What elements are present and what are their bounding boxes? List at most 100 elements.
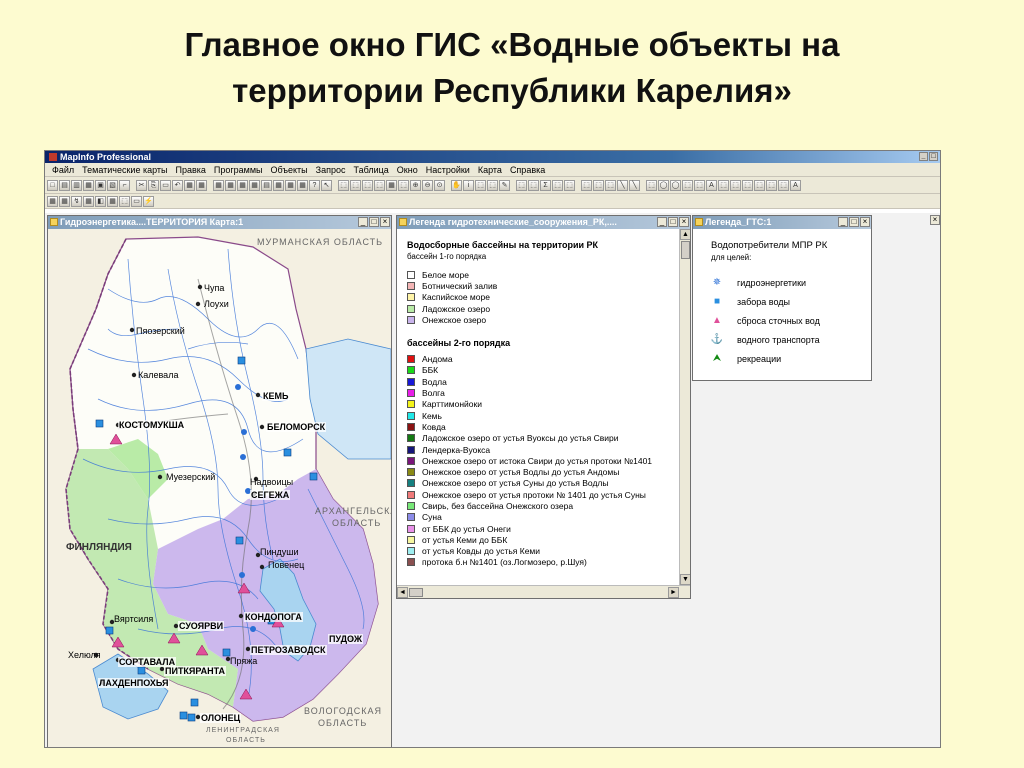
menu-map[interactable]: Карта [474,163,506,177]
map-window[interactable]: Гидроэнергетика....ТЕРРИТОРИЯ Карта:1 _ … [47,215,392,747]
toolbar-button[interactable]: ⬚ [374,179,385,191]
map-minimize-button[interactable]: _ [358,217,368,227]
toolbar-button[interactable]: ⬚ [516,179,527,191]
toolbar-button[interactable]: A [790,179,801,191]
toolbar-button[interactable]: ▥ [71,179,82,191]
menu-help[interactable]: Справка [506,163,549,177]
toolbar-button[interactable]: ⬚ [338,179,349,191]
toolbar-button[interactable]: ✂ [136,179,147,191]
menu-window[interactable]: Окно [393,163,422,177]
toolbar-button[interactable]: ⬚ [646,179,657,191]
hscroll-thumb[interactable] [409,588,423,597]
menu-programs[interactable]: Программы [210,163,267,177]
menu-thematic-maps[interactable]: Тематические карты [78,163,171,177]
toolbar-button[interactable]: ▦ [59,195,70,207]
toolbar-button[interactable]: ⬚ [605,179,616,191]
toolbar-button[interactable]: ⌐ [119,179,130,191]
toolbar-button[interactable]: ✋ [451,179,462,191]
toolbar-button[interactable]: ⬚ [593,179,604,191]
toolbar-button[interactable]: ⬚ [581,179,592,191]
toolbar-button[interactable]: ▦ [273,179,284,191]
toolbar-button[interactable]: ▦ [196,179,207,191]
toolbar-button[interactable]: ⬚ [362,179,373,191]
toolbar-button[interactable]: ? [309,179,320,191]
scroll-down-button[interactable]: ▼ [680,574,690,585]
toolbar-button[interactable]: ▦ [47,195,58,207]
toolbar-button[interactable]: ◯ [658,179,669,191]
maximize-button[interactable]: □ [929,152,938,161]
toolbar-button[interactable]: ⚡ [143,195,154,207]
legend-gts-titlebar[interactable]: Легенда_ГТС:1 _ □ × [693,216,871,229]
legend-basins-titlebar[interactable]: Легенда гидротехнические_сооружения_РК,.… [397,216,690,229]
toolbar-button[interactable]: ▦ [107,195,118,207]
legend1-maximize-button[interactable]: □ [668,217,678,227]
toolbar-button[interactable]: ⬚ [766,179,777,191]
toolbar-button[interactable]: ▦ [83,195,94,207]
toolbar-button[interactable]: ⬚ [528,179,539,191]
legend1-horizontal-scrollbar[interactable]: ◄ ► [397,585,690,598]
toolbar-button[interactable]: ↶ [172,179,183,191]
menu-table[interactable]: Таблица [349,163,392,177]
toolbar-button[interactable]: ⬚ [778,179,789,191]
toolbar-button[interactable]: ▦ [225,179,236,191]
menu-edit[interactable]: Правка [172,163,210,177]
menu-query[interactable]: Запрос [312,163,350,177]
map-window-titlebar[interactable]: Гидроэнергетика....ТЕРРИТОРИЯ Карта:1 _ … [48,216,391,229]
toolbar-button[interactable]: ⬚ [730,179,741,191]
toolbar-button[interactable]: ▤ [261,179,272,191]
toolbar-button[interactable]: ⬚ [682,179,693,191]
toolbar-button[interactable]: ▦ [83,179,94,191]
scroll-left-button[interactable]: ◄ [397,587,408,598]
toolbar-button[interactable]: ⬚ [564,179,575,191]
toolbar-button[interactable]: ╲ [617,179,628,191]
toolbar-button[interactable]: ▦ [249,179,260,191]
minimize-button[interactable]: _ [919,152,928,161]
menu-objects[interactable]: Объекты [267,163,312,177]
scroll-thumb[interactable] [681,241,690,259]
toolbar-button[interactable]: ⊖ [422,179,433,191]
toolbar-button[interactable]: ⬚ [350,179,361,191]
toolbar-button[interactable]: ⊙ [434,179,445,191]
toolbar-button[interactable]: ▦ [213,179,224,191]
legend1-vertical-scrollbar[interactable]: ▲ ▼ [679,229,690,585]
toolbar-button[interactable]: ▭ [160,179,171,191]
toolbar-button[interactable]: ╲ [629,179,640,191]
workspace-close-button[interactable]: × [930,215,940,225]
toolbar-button[interactable]: ▤ [59,179,70,191]
toolbar-button[interactable]: i [463,179,474,191]
toolbar-button[interactable]: ↖ [321,179,332,191]
toolbar-button[interactable]: ▧ [107,179,118,191]
toolbar-button[interactable]: ▭ [131,195,142,207]
toolbar-button[interactable]: ▦ [285,179,296,191]
menu-file[interactable]: Файл [48,163,78,177]
toolbar-button[interactable]: ⬚ [552,179,563,191]
legend2-close-button[interactable]: × [860,217,870,227]
toolbar-button[interactable]: ⬚ [398,179,409,191]
toolbar-button[interactable]: ⬚ [754,179,765,191]
legend-gts-window[interactable]: Легенда_ГТС:1 _ □ × Водопотребители МПР … [692,215,872,381]
toolbar-button[interactable]: ⬚ [742,179,753,191]
scroll-up-button[interactable]: ▲ [680,229,690,240]
toolbar-button[interactable]: ◧ [95,195,106,207]
map-maximize-button[interactable]: □ [369,217,379,227]
legend1-close-button[interactable]: × [679,217,689,227]
toolbar-button[interactable]: A [706,179,717,191]
map-close-button[interactable]: × [380,217,390,227]
toolbar-button[interactable]: ▦ [184,179,195,191]
toolbar-button[interactable]: ▦ [237,179,248,191]
toolbar-button[interactable]: ▦ [297,179,308,191]
map-canvas[interactable]: МУРМАНСКАЯ ОБЛАСТЬ АРХАНГЕЛЬСКАЯ ОБЛАСТЬ… [48,229,391,747]
toolbar-button[interactable]: ⬚ [475,179,486,191]
toolbar-button[interactable]: ⊕ [410,179,421,191]
scroll-right-button[interactable]: ► [668,587,679,598]
toolbar-button[interactable]: ⬚ [694,179,705,191]
toolbar-button[interactable]: □ [47,179,58,191]
toolbar-button[interactable]: ⎘ [148,179,159,191]
toolbar-button[interactable]: ↯ [71,195,82,207]
toolbar-button[interactable]: ▦ [386,179,397,191]
legend2-minimize-button[interactable]: _ [838,217,848,227]
toolbar-button[interactable]: Σ [540,179,551,191]
toolbar-button[interactable]: ⬚ [718,179,729,191]
toolbar-button[interactable]: ▣ [95,179,106,191]
toolbar-button[interactable]: ◯ [670,179,681,191]
